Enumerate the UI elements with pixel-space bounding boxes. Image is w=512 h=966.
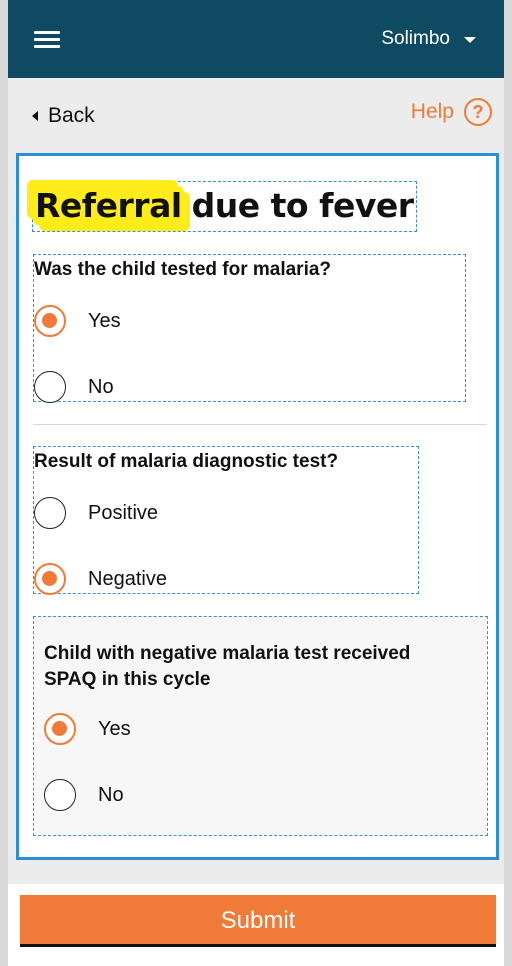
- question-label: Was the child tested for malaria?: [34, 259, 332, 280]
- radio-unchecked-icon[interactable]: [34, 497, 66, 529]
- form-title: Referral due to fever: [32, 181, 417, 232]
- option-label: Yes: [98, 717, 131, 740]
- radio-option-yes[interactable]: Yes: [34, 305, 121, 337]
- submit-button[interactable]: Submit: [20, 895, 496, 947]
- question-received-spaq: Child with negative malaria test receive…: [33, 616, 488, 836]
- radio-option-positive[interactable]: Positive: [34, 497, 158, 529]
- question-circle-icon: ?: [464, 98, 492, 126]
- user-name: Solimbo: [381, 28, 450, 49]
- radio-checked-icon[interactable]: [34, 305, 66, 337]
- question-tested-for-malaria: Was the child tested for malaria? Yes No: [33, 254, 466, 403]
- help-label: Help: [410, 100, 454, 123]
- user-menu-dropdown[interactable]: Solimbo: [381, 28, 476, 50]
- option-label: Negative: [88, 567, 167, 590]
- radio-option-negative[interactable]: Negative: [34, 563, 167, 595]
- submit-footer: Submit: [8, 884, 504, 966]
- radio-option-yes[interactable]: Yes: [44, 713, 131, 745]
- radio-option-no[interactable]: No: [34, 371, 114, 403]
- chevron-down-icon: [464, 37, 476, 43]
- question-label: Result of malaria diagnostic test?: [34, 451, 339, 472]
- title-rest: due to fever: [191, 186, 414, 225]
- app-frame: Solimbo Back Help ? Referral due to fever…: [8, 0, 504, 966]
- top-app-bar: Solimbo: [8, 0, 504, 78]
- radio-option-no[interactable]: No: [44, 779, 124, 811]
- radio-checked-icon[interactable]: [34, 563, 66, 595]
- divider: [33, 424, 487, 425]
- help-button[interactable]: Help ?: [411, 98, 492, 126]
- title-highlight: Referral: [33, 186, 184, 225]
- back-button[interactable]: Back: [32, 104, 95, 128]
- option-label: Yes: [88, 309, 121, 332]
- option-label: Positive: [88, 501, 159, 524]
- referral-form: Referral due to fever Was the child teste…: [16, 153, 499, 860]
- radio-unchecked-icon[interactable]: [34, 371, 66, 403]
- radio-checked-icon[interactable]: [44, 713, 76, 745]
- back-label: Back: [48, 104, 95, 127]
- question-malaria-test-result: Result of malaria diagnostic test? Posit…: [33, 446, 419, 595]
- hamburger-menu-icon[interactable]: [34, 30, 60, 50]
- question-label: Child with negative malaria test receive…: [44, 643, 411, 690]
- radio-unchecked-icon[interactable]: [44, 779, 76, 811]
- option-label: No: [98, 783, 124, 806]
- chevron-left-icon: [32, 111, 38, 121]
- option-label: No: [88, 375, 114, 398]
